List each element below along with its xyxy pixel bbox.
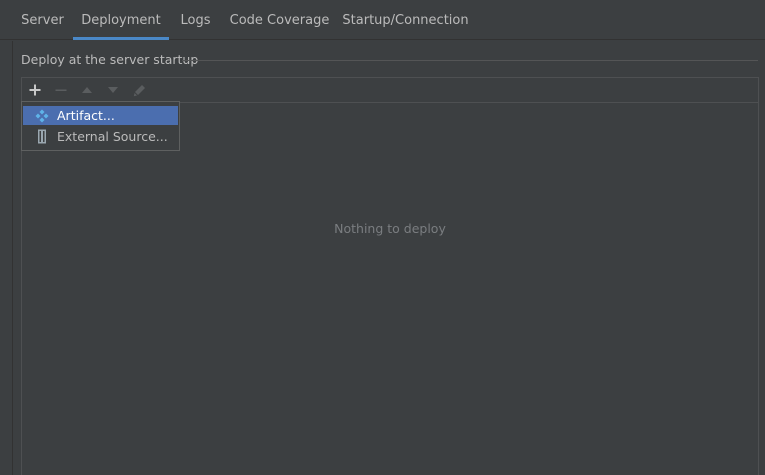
remove-icon <box>55 89 67 91</box>
edit-icon <box>133 84 145 96</box>
tab-label: Logs <box>180 13 211 28</box>
add-deployment-menu: Artifact... External Source... <box>21 101 180 151</box>
tab-bar: Server Deployment Logs Code Coverage Sta… <box>0 0 765 40</box>
tab-code-coverage[interactable]: Code Coverage <box>222 0 337 40</box>
artifact-icon <box>34 108 50 124</box>
tab-logs[interactable]: Logs <box>169 0 222 40</box>
section-divider <box>182 60 758 61</box>
tab-label: Startup/Connection <box>342 13 469 28</box>
menu-item-external-source[interactable]: External Source... <box>23 127 178 146</box>
edit-button[interactable] <box>129 81 149 99</box>
deploy-list-toolbar <box>22 78 758 103</box>
menu-item-label: External Source... <box>57 129 168 144</box>
tab-label: Server <box>21 13 64 28</box>
tab-startup-connection[interactable]: Startup/Connection <box>337 0 474 40</box>
menu-item-label: Artifact... <box>57 108 115 123</box>
tab-deployment[interactable]: Deployment <box>73 0 169 40</box>
empty-list-message: Nothing to deploy <box>334 221 446 236</box>
add-button[interactable] <box>25 81 45 99</box>
tab-server[interactable]: Server <box>12 0 73 40</box>
active-tab-indicator <box>73 37 169 40</box>
move-down-button[interactable] <box>103 81 123 99</box>
menu-item-artifact[interactable]: Artifact... <box>23 106 178 125</box>
tab-label: Code Coverage <box>229 13 330 28</box>
tab-label: Deployment <box>81 13 161 28</box>
content-border <box>12 41 13 475</box>
move-down-icon <box>108 87 118 93</box>
move-up-icon <box>82 87 92 93</box>
move-up-button[interactable] <box>77 81 97 99</box>
add-icon <box>29 84 41 96</box>
section-title: Deploy at the server startup <box>21 52 199 67</box>
remove-button[interactable] <box>51 81 71 99</box>
run-configuration-panel: Server Deployment Logs Code Coverage Sta… <box>0 0 765 475</box>
external-source-icon <box>34 129 50 145</box>
